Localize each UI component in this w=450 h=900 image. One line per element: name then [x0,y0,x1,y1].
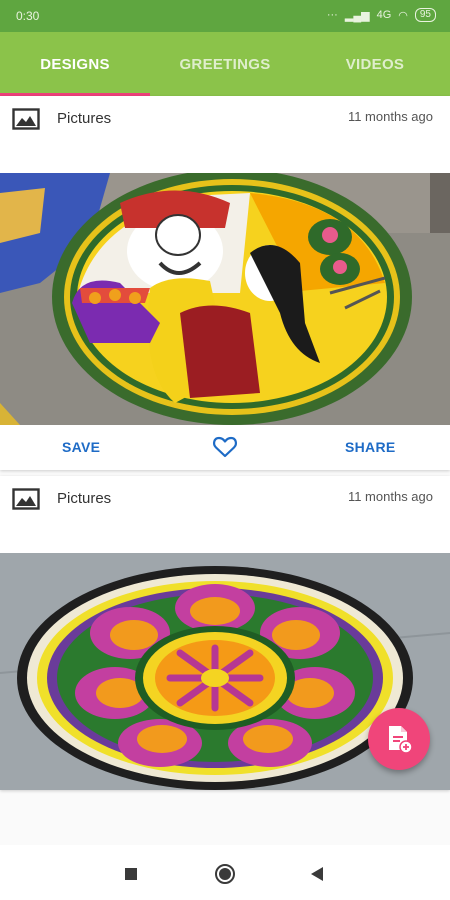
image-icon [12,488,40,510]
rangoli-photo [0,173,450,425]
back-triangle-icon[interactable] [310,866,324,882]
tab-greetings[interactable]: GREETINGS [150,32,300,96]
document-add-icon [389,726,413,754]
post-card: Pictures 11 months ago [0,96,450,470]
tab-videos[interactable]: VIDEOS [300,32,450,96]
image-icon [12,108,40,130]
system-nav-bar [0,845,450,900]
post-actions: SAVE SHARE [0,425,450,470]
battery-icon: 95 [414,8,436,22]
post-image[interactable] [0,173,450,425]
post-time: 11 months ago [347,489,433,504]
heart-outline-icon[interactable] [212,435,238,459]
dots-icon: ··· [326,9,338,21]
post-header: Pictures 11 months ago [0,96,450,172]
add-document-button[interactable] [368,708,430,770]
post-category: Pictures [57,490,112,507]
wifi-icon: ◠ [398,9,408,22]
share-button[interactable]: SHARE [345,439,396,455]
circle-icon[interactable] [214,863,236,885]
post-header: Pictures 11 months ago [0,476,450,552]
signal-icon: ▂▄▆ [344,9,370,22]
post-time: 11 months ago [347,109,433,124]
square-icon[interactable] [124,867,138,881]
status-bar: 0:30 ··· ▂▄▆ 4G ◠ 95 [0,0,450,32]
network-label: 4G [376,9,392,21]
status-icons: ··· ▂▄▆ 4G ◠ 95 [327,8,436,22]
status-time: 0:30 [16,9,40,23]
save-button[interactable]: SAVE [62,439,100,455]
tab-bar: DESIGNS GREETINGS VIDEOS [0,32,450,96]
post-category: Pictures [57,110,112,127]
tab-designs[interactable]: DESIGNS [0,32,150,96]
